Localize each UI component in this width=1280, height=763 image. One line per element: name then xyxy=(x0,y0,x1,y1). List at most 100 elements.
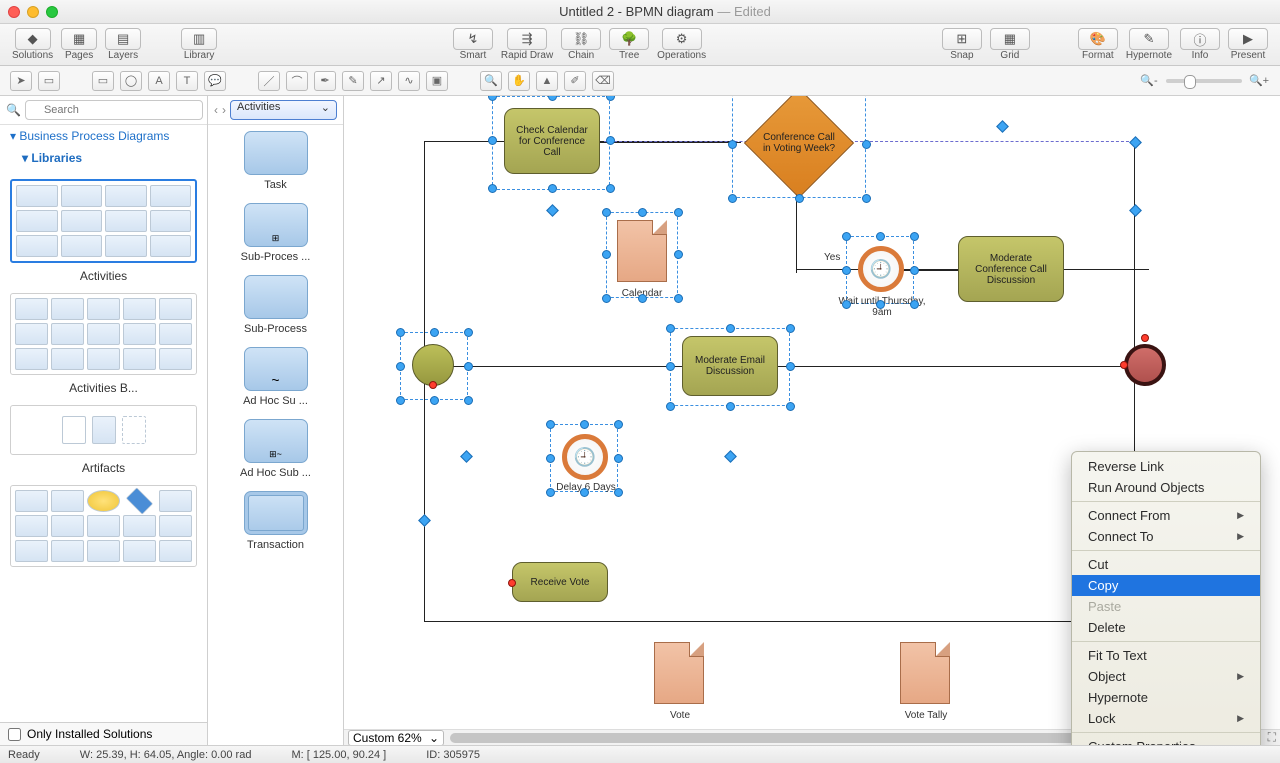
zoom-out-icon[interactable]: 🔍- xyxy=(1138,71,1160,91)
nav-back-icon[interactable]: ‹ xyxy=(214,103,218,117)
only-installed-input[interactable] xyxy=(8,728,21,741)
line-tool-icon[interactable]: ／ xyxy=(258,71,280,91)
shape-task[interactable]: Task xyxy=(208,125,343,197)
tree-root[interactable]: ▾ Business Process Diagrams xyxy=(0,125,207,147)
canvas-scrollbar-h[interactable] xyxy=(450,733,1140,743)
status-bar: Ready W: 25.39, H: 64.05, Angle: 0.00 ra… xyxy=(0,745,1280,763)
lib-card-artifacts-1[interactable] xyxy=(10,405,197,455)
eraser-tool-icon[interactable]: ⌫ xyxy=(592,71,614,91)
ctx-connect-to[interactable]: Connect To xyxy=(1072,526,1260,547)
pointer-tool-icon[interactable]: ➤ xyxy=(10,71,32,91)
arc-tool-icon[interactable]: ⌒ xyxy=(286,71,308,91)
shapes-category-select[interactable]: Activities ⌄ xyxy=(230,100,337,120)
layers-icon: ▤ xyxy=(105,28,141,50)
zoom-dropdown[interactable]: Custom 62%⌄ xyxy=(348,730,444,746)
maximize-icon[interactable] xyxy=(46,6,58,18)
toolbar-layers[interactable]: ▤Layers xyxy=(105,28,141,61)
lib-label-activities-b: Activities B... xyxy=(10,381,197,395)
bpmn-end-event[interactable] xyxy=(1124,344,1166,386)
bpmn-timer-delay[interactable] xyxy=(562,434,608,480)
text-tool-icon[interactable]: A xyxy=(148,71,170,91)
tree-libraries[interactable]: ▾ Libraries xyxy=(0,147,207,169)
pen-tool-icon[interactable]: ✒ xyxy=(314,71,336,91)
status-ready: Ready xyxy=(8,749,40,761)
toolbar-hypernote[interactable]: ✎Hypernote xyxy=(1126,28,1172,61)
ctx-reverse-link[interactable]: Reverse Link xyxy=(1072,456,1260,477)
fit-page-icon[interactable]: ⛶ xyxy=(1264,730,1280,745)
ctx-lock[interactable]: Lock xyxy=(1072,708,1260,729)
shape-subprocess-collapsed[interactable]: ⊞Sub-Proces ... xyxy=(208,197,343,269)
bpmn-timer-wait-thurs[interactable] xyxy=(858,246,904,292)
ctx-delete[interactable]: Delete xyxy=(1072,617,1260,638)
lib-card-activities[interactable] xyxy=(10,179,197,263)
stamp-tool-icon[interactable]: ▲ xyxy=(536,71,558,91)
nav-fwd-icon[interactable]: › xyxy=(222,103,226,117)
eyedropper-tool-icon[interactable]: ✐ xyxy=(564,71,586,91)
only-installed-checkbox[interactable]: Only Installed Solutions xyxy=(0,722,207,745)
bpmn-task-receive-vote[interactable]: Receive Vote xyxy=(512,562,608,602)
zoom-tool-icon[interactable]: 🔍 xyxy=(480,71,502,91)
shape-transaction[interactable]: Transaction xyxy=(208,485,343,557)
toolbar-library[interactable]: ▥Library xyxy=(181,28,217,61)
toolbar-grid[interactable]: ▦Grid xyxy=(990,28,1030,61)
toolbar-format[interactable]: 🎨Format xyxy=(1078,28,1118,61)
toolbar-solutions[interactable]: ◆Solutions xyxy=(12,28,53,61)
ctx-hypernote[interactable]: Hypernote xyxy=(1072,687,1260,708)
ctx-custom-properties[interactable]: Custom Properties... xyxy=(1072,736,1260,745)
lib-card-activities-b[interactable] xyxy=(10,293,197,375)
ellipse-tool-icon[interactable]: ◯ xyxy=(120,71,142,91)
hand-tool-icon[interactable]: ✋ xyxy=(508,71,530,91)
data-tool-icon[interactable]: ▣ xyxy=(426,71,448,91)
ctx-fit-to-text[interactable]: Fit To Text xyxy=(1072,645,1260,666)
bpmn-doc-vote-tally-label: Vote Tally xyxy=(884,710,968,721)
ctx-copy[interactable]: Copy xyxy=(1072,575,1260,596)
toolbar-smart[interactable]: ↯Smart xyxy=(453,28,493,61)
bpmn-task-moderate-call[interactable]: Moderate Conference Call Discussion xyxy=(958,236,1064,302)
toolbar-tree[interactable]: 🌳Tree xyxy=(609,28,649,61)
status-id: ID: 305975 xyxy=(426,749,480,761)
ctx-cut[interactable]: Cut xyxy=(1072,554,1260,575)
ctx-connect-from[interactable]: Connect From xyxy=(1072,505,1260,526)
shape-adhoc-collapsed[interactable]: ~Ad Hoc Su ... xyxy=(208,341,343,413)
minimize-icon[interactable] xyxy=(27,6,39,18)
callout-tool-icon[interactable]: 💬 xyxy=(204,71,226,91)
shape-adhoc-sub[interactable]: ⊞~Ad Hoc Sub ... xyxy=(208,413,343,485)
close-icon[interactable] xyxy=(8,6,20,18)
shape-subprocess[interactable]: Sub-Process xyxy=(208,269,343,341)
lib-card-extra[interactable] xyxy=(10,485,197,567)
toolbar-pages[interactable]: ▦Pages xyxy=(61,28,97,61)
bpmn-task-check-calendar[interactable]: Check Calendar for Conference Call xyxy=(504,108,600,174)
zoom-slider[interactable] xyxy=(1166,79,1242,83)
shapes-panel: ‹ › Activities ⌄ Task ⊞Sub-Proces ... Su… xyxy=(208,96,344,745)
connector-tool-icon[interactable]: ↗ xyxy=(370,71,392,91)
textbox-tool-icon[interactable]: T xyxy=(176,71,198,91)
bpmn-doc-vote-label: Vote xyxy=(642,710,718,721)
canvas-wrap: Check Calendar for Conference Call Confe… xyxy=(344,96,1280,745)
lasso-tool-icon[interactable]: ▭ xyxy=(38,71,60,91)
edited-indicator: — Edited xyxy=(717,4,770,19)
bpmn-decision-conf-week[interactable]: Conference Call in Voting Week? xyxy=(744,96,854,198)
toolbar-operations[interactable]: ⚙Operations xyxy=(657,28,706,61)
lib-label-artifacts: Artifacts xyxy=(10,461,197,475)
rect-tool-icon[interactable]: ▭ xyxy=(92,71,114,91)
bpmn-doc-calendar[interactable] xyxy=(617,220,667,282)
bpmn-doc-vote[interactable] xyxy=(654,642,704,704)
search-input[interactable] xyxy=(25,100,203,120)
bpmn-start-event[interactable] xyxy=(412,344,454,386)
ctx-run-around[interactable]: Run Around Objects xyxy=(1072,477,1260,498)
lib-label-activities: Activities xyxy=(10,269,197,283)
zoom-in-icon[interactable]: 🔍+ xyxy=(1248,71,1270,91)
toolbar-present[interactable]: ▶Present xyxy=(1228,28,1268,61)
bpmn-doc-vote-tally[interactable] xyxy=(900,642,950,704)
tree-icon: 🌳 xyxy=(609,28,649,50)
spline-tool-icon[interactable]: ∿ xyxy=(398,71,420,91)
toolbar-rapid-draw[interactable]: ⇶Rapid Draw xyxy=(501,28,553,61)
toolbar-snap[interactable]: ⊞Snap xyxy=(942,28,982,61)
toolbar-chain[interactable]: ⛓Chain xyxy=(561,28,601,61)
main-area: 🔍 🏠 ▾ Business Process Diagrams ▾ Librar… xyxy=(0,96,1280,745)
ctx-object[interactable]: Object xyxy=(1072,666,1260,687)
pencil-tool-icon[interactable]: ✎ xyxy=(342,71,364,91)
bpmn-task-moderate-email[interactable]: Moderate Email Discussion xyxy=(682,336,778,396)
info-icon: ⓘ xyxy=(1180,28,1220,50)
toolbar-info[interactable]: ⓘInfo xyxy=(1180,28,1220,61)
